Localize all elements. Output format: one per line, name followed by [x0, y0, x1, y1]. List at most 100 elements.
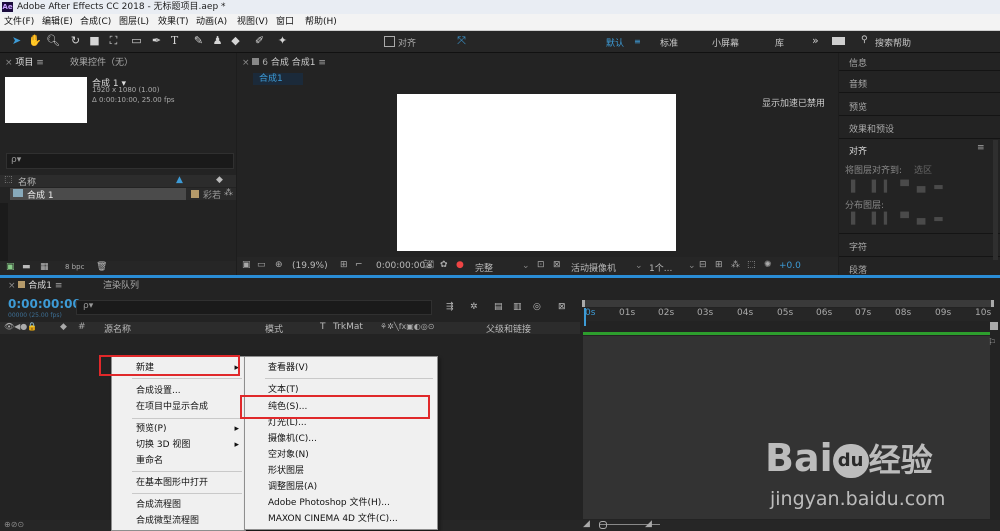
- workspace-standard[interactable]: 标准: [660, 36, 678, 49]
- current-time[interactable]: 0:00:00:00: [376, 261, 425, 271]
- clone-stamp-tool-icon[interactable]: ♟: [211, 34, 224, 47]
- workspace-library[interactable]: 库: [775, 36, 784, 49]
- menu-layer[interactable]: 图层(L): [119, 14, 149, 30]
- motion-blur-icon[interactable]: ◎: [533, 302, 541, 312]
- brush-tool-icon[interactable]: ✎: [192, 34, 205, 47]
- draft-3d-icon[interactable]: ✲: [470, 302, 478, 312]
- align-to-select[interactable]: 选区: [914, 163, 932, 176]
- eraser-tool-icon[interactable]: ◆: [229, 34, 242, 47]
- column-trkmat[interactable]: TrkMat: [333, 322, 363, 332]
- new-comp-icon[interactable]: ▦: [40, 262, 49, 272]
- preview-icon[interactable]: ▣: [242, 260, 251, 270]
- trash-icon[interactable]: 🗑︎: [96, 262, 107, 272]
- menu-item-comp-mini-flowchart[interactable]: 合成微型流程图: [136, 513, 199, 529]
- project-search-input[interactable]: ρ▾: [6, 153, 234, 169]
- av-switches-icons[interactable]: 👁︎◀●🔒: [4, 322, 37, 331]
- zoom-in-icon[interactable]: ◢: [645, 519, 652, 529]
- tab-render-queue[interactable]: 渲染队列: [103, 278, 139, 294]
- snap-options-icon[interactable]: ⤧: [455, 34, 468, 47]
- info-panel-tab[interactable]: 信息: [849, 56, 867, 69]
- column-name[interactable]: 名称: [18, 175, 36, 188]
- composition-canvas[interactable]: [397, 94, 676, 251]
- menu-item-shape-layer[interactable]: 形状图层: [268, 463, 304, 479]
- zoom-slider-handle[interactable]: [599, 521, 607, 529]
- bpc-label[interactable]: 8 bpc: [65, 263, 84, 271]
- vertical-scrollbar[interactable]: [0, 203, 8, 263]
- comp-menu-icon[interactable]: 6: [262, 58, 268, 68]
- chevron-down-icon[interactable]: ⌄: [688, 261, 696, 271]
- zoom-tool-icon[interactable]: 🔍︎: [46, 34, 60, 47]
- pan-behind-tool-icon[interactable]: ⛶: [107, 34, 120, 47]
- chevron-down-icon[interactable]: ⌄: [522, 261, 530, 271]
- sync-icon[interactable]: [832, 37, 845, 45]
- interpret-footage-icon[interactable]: ▣: [6, 262, 15, 272]
- character-panel-tab[interactable]: 字符: [849, 240, 867, 253]
- frame-blending-icon[interactable]: ▥: [513, 302, 522, 312]
- camera-select[interactable]: 活动摄像机: [571, 261, 616, 274]
- comp-breadcrumb[interactable]: 合成1: [253, 73, 303, 85]
- right-panel-scrollbar[interactable]: [993, 140, 998, 260]
- fast-preview-icon[interactable]: ⊟: [699, 260, 707, 270]
- column-parent[interactable]: 父级和链接: [486, 322, 531, 335]
- distribute-buttons[interactable]: ▌▐▍▀▄▬: [851, 212, 952, 225]
- time-ruler[interactable]: 0s 01s 02s 03s 04s 05s 06s 07s 08s 09s 1…: [583, 308, 991, 321]
- menu-edit[interactable]: 编辑(E): [42, 14, 73, 30]
- menu-item-photoshop-file[interactable]: Adobe Photoshop 文件(H)...: [268, 495, 390, 511]
- selection-tool-icon[interactable]: ➤: [10, 34, 23, 47]
- panel-menu-icon[interactable]: ≡: [318, 58, 326, 68]
- resolution-select[interactable]: 完整: [475, 261, 493, 274]
- playhead[interactable]: [584, 308, 586, 326]
- effects-presets-tab[interactable]: 效果和预设: [849, 122, 894, 135]
- align-buttons[interactable]: ▌▐▍▀▄▬: [851, 180, 952, 193]
- workspace-menu-icon[interactable]: ≡: [634, 37, 641, 46]
- menu-item-cinema4d-file[interactable]: MAXON CINEMA 4D 文件(C)...: [268, 511, 398, 527]
- comp-flowchart-icon[interactable]: ⇶: [446, 302, 454, 312]
- comp-marker-bin-icon[interactable]: [990, 322, 998, 330]
- menu-effect[interactable]: 效果(T): [158, 14, 189, 30]
- graph-editor-icon[interactable]: ⊠: [558, 302, 566, 312]
- toggle-panes-icon[interactable]: ⊕⊘⊙: [4, 520, 24, 529]
- shy-icon[interactable]: ▤: [494, 302, 503, 312]
- menu-file[interactable]: 文件(F): [4, 14, 34, 30]
- menu-item-reveal-in-project[interactable]: 在项目中显示合成: [136, 399, 208, 415]
- menu-item-adjustment-layer[interactable]: 调整图层(A): [268, 479, 317, 495]
- menu-animation[interactable]: 动画(A): [196, 14, 227, 30]
- timeline-search-input[interactable]: ρ▾: [76, 300, 432, 315]
- menu-item-preview[interactable]: 预览(P) ▸: [136, 421, 241, 437]
- close-icon[interactable]: ×: [242, 58, 252, 68]
- timeline-timecode[interactable]: 0:00:00:00: [8, 297, 81, 311]
- puppet-tool-icon[interactable]: ✦: [276, 34, 289, 47]
- type-tool-icon[interactable]: T: [168, 34, 181, 47]
- region-icon[interactable]: ⌐: [355, 260, 363, 270]
- mask-visibility-icon[interactable]: ⊕: [275, 260, 283, 270]
- tab-composition[interactable]: 合成 合成1: [271, 58, 316, 68]
- project-item-row[interactable]: 合成 1: [10, 188, 186, 201]
- align-panel-title[interactable]: 对齐: [849, 144, 867, 157]
- roi-icon[interactable]: ⊡: [537, 260, 545, 270]
- rectangle-tool-icon[interactable]: ▭: [130, 34, 143, 47]
- grid-icon[interactable]: ⊞: [340, 260, 348, 270]
- reset-exposure-icon[interactable]: ⬚: [747, 260, 756, 270]
- column-mode[interactable]: 模式: [265, 322, 283, 335]
- roto-brush-tool-icon[interactable]: ✐: [253, 34, 266, 47]
- zoom-out-icon[interactable]: ◢: [583, 519, 590, 529]
- menu-composition[interactable]: 合成(C): [80, 14, 111, 30]
- flowchart-icon[interactable]: ⁂: [731, 260, 740, 270]
- monitor-icon[interactable]: ▭: [257, 260, 266, 270]
- menu-item-comp-settings[interactable]: 合成设置...: [136, 383, 181, 399]
- zoom-value[interactable]: (19.9%): [292, 261, 328, 271]
- column-t[interactable]: T: [320, 322, 326, 332]
- menu-window[interactable]: 窗口: [276, 14, 294, 30]
- menu-item-rename[interactable]: 重命名: [136, 453, 163, 469]
- close-icon[interactable]: ×: [8, 281, 18, 291]
- comment-icon[interactable]: ⚐: [988, 338, 996, 348]
- new-folder-icon[interactable]: ▬: [22, 262, 31, 272]
- search-help-label[interactable]: 搜索帮助: [875, 36, 911, 49]
- sort-arrow-icon[interactable]: ▲: [176, 175, 183, 185]
- work-area-bar[interactable]: [582, 300, 994, 307]
- menu-item-switch-3d-view[interactable]: 切换 3D 视图 ▸: [136, 437, 241, 453]
- chevron-down-icon[interactable]: ⌄: [635, 261, 643, 271]
- hand-tool-icon[interactable]: ✋: [28, 34, 42, 47]
- lock-icon[interactable]: [252, 58, 260, 65]
- preview-panel-tab[interactable]: 预览: [849, 100, 867, 113]
